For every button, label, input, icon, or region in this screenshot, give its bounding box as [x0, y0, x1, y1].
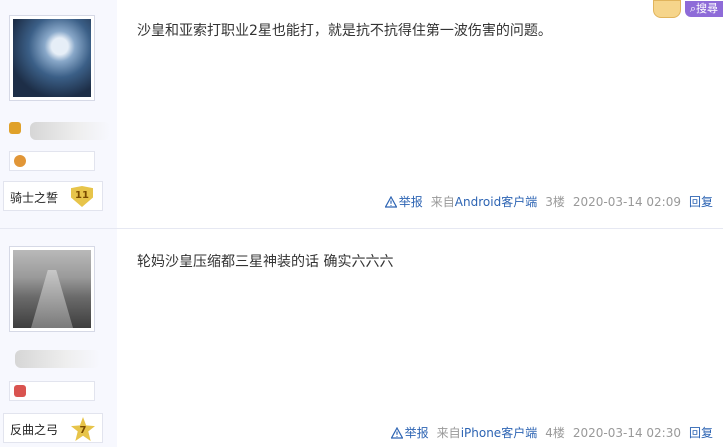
reply-link[interactable]: 回复: [689, 193, 713, 210]
avatar[interactable]: [9, 246, 95, 332]
level-shield-icon: 11: [71, 186, 93, 207]
post-time: 2020-03-14 02:30: [572, 425, 681, 440]
client-link[interactable]: Android客户端: [455, 193, 537, 210]
warning-icon: [384, 195, 397, 208]
medal-icon[interactable]: [14, 385, 26, 397]
warning-icon: [390, 426, 403, 439]
client-link[interactable]: iPhone客户端: [461, 424, 538, 441]
report-label: 举报: [398, 195, 423, 209]
username[interactable]: [30, 122, 110, 140]
from-prefix: 来自: [436, 426, 461, 440]
level-name: 反曲之弓: [10, 423, 59, 437]
report-link[interactable]: 举报: [384, 193, 423, 210]
search-label: 搜尋: [696, 2, 718, 15]
search-button[interactable]: ⌕ 搜尋: [684, 1, 723, 17]
medal-icon[interactable]: [14, 155, 26, 167]
username[interactable]: [15, 350, 100, 368]
post-content: 轮妈沙皇压缩都三星神装的话 确实六六六: [137, 254, 394, 270]
badge-slot: [9, 151, 95, 171]
forum-level[interactable]: 骑士之誓 11: [3, 181, 103, 211]
floor-number: 3楼: [545, 195, 565, 209]
top-right-toolbar: ⌕ 搜尋: [652, 0, 723, 18]
badge-slot: [9, 381, 95, 401]
level-star-icon: 7: [71, 417, 95, 441]
post-content: 沙皇和亚索打职业2星也能打，就是抗不抗得住第一波伤害的问题。: [137, 23, 552, 39]
post-meta: 举报 来自 iPhone客户端 4楼 2020-03-14 02:30 回复: [390, 424, 713, 441]
avatar[interactable]: [9, 15, 95, 101]
floor-number: 4楼: [545, 426, 565, 440]
reply-link[interactable]: 回复: [689, 424, 713, 441]
crown-icon[interactable]: [652, 0, 681, 18]
post-divider: [0, 228, 723, 229]
post-meta: 举报 来自 Android客户端 3楼 2020-03-14 02:09 回复: [384, 193, 713, 210]
report-link[interactable]: 举报: [390, 424, 429, 441]
level-name: 骑士之誓: [10, 191, 59, 205]
from-prefix: 来自: [430, 195, 455, 209]
post-time: 2020-03-14 02:09: [572, 194, 681, 209]
member-icon[interactable]: [9, 122, 21, 134]
forum-level[interactable]: 反曲之弓 7: [3, 413, 103, 443]
report-label: 举报: [404, 426, 429, 440]
